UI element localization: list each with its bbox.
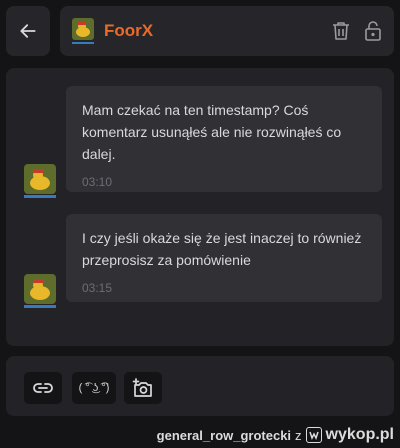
add-photo-icon [132,378,152,397]
message-text: I czy jeśli okaże się że jest inaczej to… [82,230,362,268]
avatar[interactable] [24,274,56,308]
user-name[interactable]: FoorX [104,21,153,41]
message-time: 03:15 [82,281,113,295]
message-bubble: Mam czekać na ten timestamp? Coś komenta… [66,86,382,192]
conversation-header: FoorX [60,6,394,56]
message-bubble: I czy jeśli okaże się że jest inaczej to… [66,214,382,302]
watermark-site: wykop.pl [325,426,394,443]
avatar[interactable] [72,18,94,44]
lock-icon[interactable] [364,21,382,41]
avatar[interactable] [24,164,56,198]
lenny-face-icon: ( ͡° ͜ʖ ͡°) [78,382,110,394]
watermark: general_row_grotecki z wykop.pl [157,426,394,444]
insert-link-button[interactable] [24,372,62,404]
header-actions [332,21,382,41]
trash-icon[interactable] [332,21,350,41]
back-arrow-icon [20,24,36,38]
message-time: 03:10 [82,175,113,189]
watermark-user: general_row_grotecki [156,427,292,443]
message-text: Mam czekać na ten timestamp? Coś komenta… [82,102,342,162]
chat-page: FoorX Mam czekać na ten timestamp? Coś k… [0,0,400,448]
back-button[interactable] [6,6,50,56]
watermark-separator: z [295,427,302,443]
link-icon [33,383,53,393]
lenny-face-button[interactable]: ( ͡° ͜ʖ ͡°) [72,372,116,404]
add-photo-button[interactable] [124,372,162,404]
conversation-panel: Mam czekać na ten timestamp? Coś komenta… [6,68,394,346]
message-composer: ( ͡° ͜ʖ ͡°) [6,356,394,416]
wykop-logo-icon [305,427,322,443]
